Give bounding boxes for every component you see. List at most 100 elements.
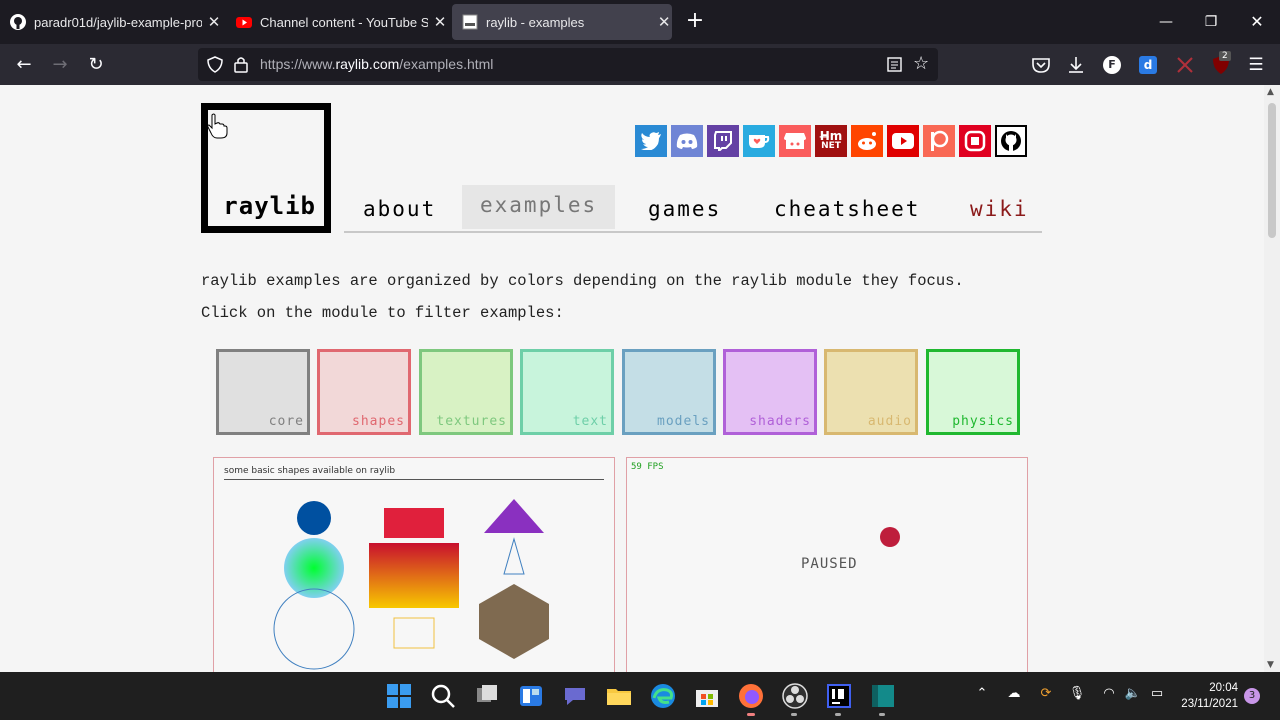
clock-date: 23/11/2021 (1181, 698, 1238, 710)
close-window-button[interactable]: ✕ (1243, 8, 1271, 36)
bookmark-star-icon[interactable]: ☆ (913, 53, 929, 74)
notification-badge[interactable]: 3 (1244, 688, 1260, 704)
intellij-icon[interactable] (825, 682, 853, 710)
firefox-icon[interactable] (737, 682, 765, 710)
page-scrollbar[interactable]: ▲ ▼ (1264, 85, 1280, 672)
raylib-app-icon[interactable] (959, 125, 991, 157)
teams-chat-icon[interactable] (561, 682, 589, 710)
menu-item-examples[interactable]: examples (462, 185, 616, 229)
youtube-icon (236, 17, 252, 28)
new-tab-button[interactable]: + (684, 10, 706, 32)
circle-shape (297, 501, 331, 535)
github-icon[interactable] (995, 125, 1027, 157)
reddit-icon[interactable] (851, 125, 883, 157)
tab-github[interactable]: paradr01d/jaylib-example-proje ✕ (0, 4, 222, 40)
youtube-icon[interactable] (887, 125, 919, 157)
back-button[interactable]: ← (11, 52, 37, 78)
extension-d-icon[interactable]: d (1139, 56, 1157, 74)
battery-icon[interactable]: ▭ (1147, 686, 1167, 706)
discord-icon[interactable] (671, 125, 703, 157)
tab-bar: paradr01d/jaylib-example-proje ✕ Channel… (0, 0, 1280, 44)
module-audio[interactable]: audio (824, 349, 918, 435)
lock-icon[interactable] (234, 56, 248, 73)
twitch-icon[interactable] (707, 125, 739, 157)
onedrive-icon[interactable]: ☁ (1004, 686, 1024, 706)
logo-text: raylib (223, 192, 316, 220)
scrollbar-thumb[interactable] (1268, 103, 1276, 238)
intro-line-2: Click on the module to filter examples: (201, 304, 564, 322)
search-icon[interactable] (429, 682, 457, 710)
scroll-down-icon[interactable]: ▼ (1267, 660, 1274, 670)
rectangle-outline-shape (393, 617, 435, 649)
page-content: raylib H̶m NET about examples games cheat… (0, 85, 1264, 672)
menu-item-games[interactable]: games (648, 197, 721, 221)
kofi-icon[interactable] (743, 125, 775, 157)
extension-disabled-icon[interactable] (1174, 54, 1196, 76)
address-bar[interactable]: https://www.raylib.com/examples.html ☆ (198, 48, 938, 81)
firefox-active-indicator (747, 713, 755, 716)
shield-icon[interactable] (207, 56, 223, 73)
close-tab-icon[interactable]: ✕ (656, 13, 672, 31)
social-links: H̶m NET (635, 125, 1027, 157)
url-text: https://www.raylib.com/examples.html (260, 56, 494, 72)
downloads-icon[interactable] (1065, 54, 1087, 76)
intro-line-1: raylib examples are organized by colors … (201, 272, 964, 290)
windows-start-icon[interactable] (385, 682, 413, 710)
pocket-icon[interactable] (1030, 54, 1052, 76)
example-shapes-basic[interactable]: some basic shapes available on raylib (213, 457, 615, 672)
module-shapes[interactable]: shapes (317, 349, 411, 435)
profile-avatar[interactable]: F (1103, 56, 1121, 74)
chevron-up-icon[interactable]: ⌃ (972, 686, 992, 706)
reload-button[interactable]: ↻ (83, 52, 109, 78)
module-physics[interactable]: physics (926, 349, 1020, 435)
patreon-icon[interactable] (923, 125, 955, 157)
file-explorer-icon[interactable] (605, 682, 633, 710)
ball-shape (880, 527, 900, 547)
scroll-up-icon[interactable]: ▲ (1267, 87, 1274, 97)
close-tab-icon[interactable]: ✕ (432, 13, 448, 31)
obs-icon[interactable] (781, 682, 809, 710)
close-tab-icon[interactable]: ✕ (206, 13, 222, 31)
module-core[interactable]: core (216, 349, 310, 435)
module-textures[interactable]: textures (419, 349, 513, 435)
hamburger-menu-icon[interactable]: ☰ (1243, 52, 1269, 78)
module-models[interactable]: models (622, 349, 716, 435)
edge-icon[interactable] (649, 682, 677, 710)
hand-cursor-icon (207, 113, 228, 139)
twitter-icon[interactable] (635, 125, 667, 157)
intro-text: raylib examples are organized by colors … (201, 265, 964, 329)
menu-item-about[interactable]: about (363, 197, 436, 221)
wifi-icon[interactable]: ◠ (1099, 686, 1119, 706)
tab-raylib-examples[interactable]: raylib - examples ✕ (452, 4, 672, 40)
widgets-icon[interactable] (517, 682, 545, 710)
app-running-indicator (879, 713, 885, 716)
ball-canvas (880, 527, 900, 547)
restore-button[interactable]: ❐ (1197, 8, 1225, 36)
circle-outline-shape (273, 588, 355, 670)
sync-icon[interactable]: ⟳ (1036, 686, 1056, 706)
forward-button[interactable]: → (47, 52, 73, 78)
module-shaders[interactable]: shaders (723, 349, 817, 435)
task-view-icon[interactable] (473, 682, 501, 710)
menu-item-cheatsheet[interactable]: cheatsheet (774, 197, 920, 221)
raylib-favicon (462, 14, 478, 30)
volume-icon[interactable]: 🔈 (1123, 686, 1143, 706)
microphone-icon[interactable]: 🎙 (1067, 686, 1087, 706)
rectangle-shape (384, 508, 444, 538)
itchio-icon[interactable] (779, 125, 811, 157)
main-menu: about examples games cheatsheet wiki (344, 185, 1042, 233)
tab-title: Channel content - YouTube Stu (260, 14, 429, 30)
gradient-rectangle-shape (369, 543, 459, 608)
menu-item-wiki[interactable]: wiki (970, 197, 1029, 221)
reader-view-icon[interactable] (887, 57, 902, 72)
obs-running-indicator (791, 713, 797, 716)
app-window-icon[interactable] (869, 682, 897, 710)
triangle-shape (484, 499, 544, 533)
handmade-network-icon[interactable]: H̶m NET (815, 125, 847, 157)
clock[interactable]: 20:04 23/11/2021 (1181, 680, 1238, 712)
module-text[interactable]: text (520, 349, 614, 435)
minimize-button[interactable]: — (1152, 8, 1180, 36)
tab-youtube-studio[interactable]: Channel content - YouTube Stu ✕ (226, 4, 448, 40)
microsoft-store-icon[interactable] (693, 682, 721, 710)
example-bouncing-ball[interactable]: 59 FPS PAUSED (626, 457, 1028, 672)
